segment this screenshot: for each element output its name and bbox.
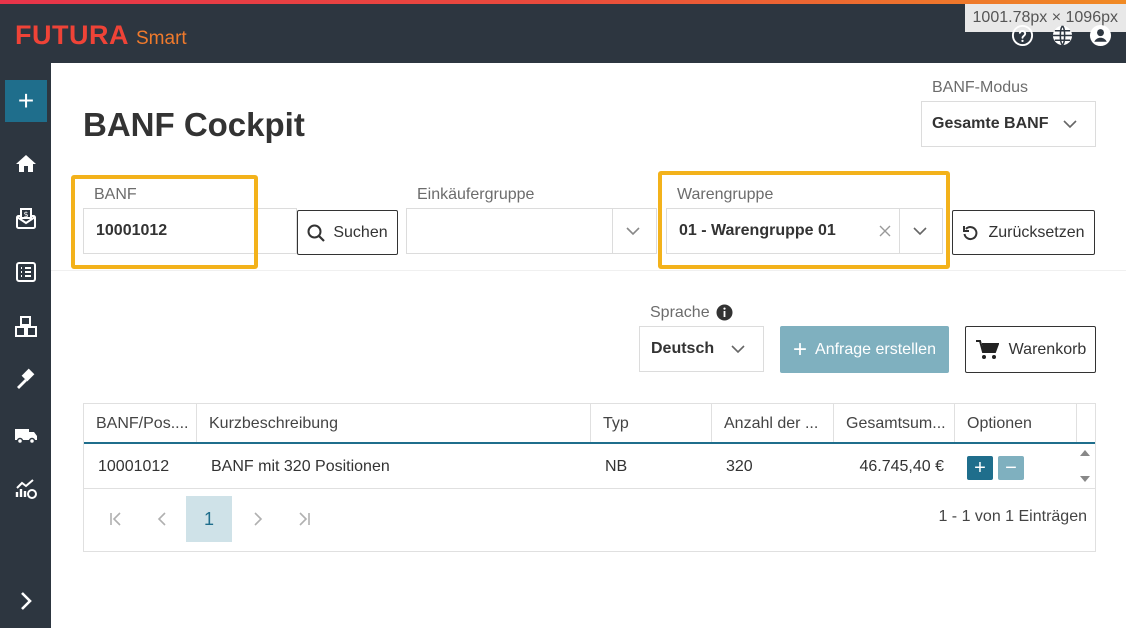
nav-banf[interactable]: $ bbox=[0, 199, 51, 239]
chevron-down-icon bbox=[626, 227, 640, 236]
globe-icon[interactable] bbox=[1051, 24, 1074, 47]
expand-chevron-icon bbox=[20, 592, 32, 610]
banf-highlight bbox=[71, 175, 258, 269]
info-icon[interactable] bbox=[716, 304, 733, 321]
help-icon[interactable] bbox=[1011, 24, 1034, 47]
cell-description: BANF mit 320 Positionen bbox=[211, 458, 390, 475]
user-avatar-icon[interactable] bbox=[1089, 24, 1112, 47]
banf-money-icon: $ bbox=[15, 208, 36, 229]
column-header-type[interactable]: Typ bbox=[591, 404, 712, 444]
column-header-options[interactable]: Optionen bbox=[955, 404, 1077, 444]
nav-analytics[interactable] bbox=[0, 469, 51, 509]
header-underline bbox=[84, 442, 1095, 444]
product-group-highlight bbox=[658, 171, 950, 269]
nav-expand[interactable] bbox=[0, 581, 51, 621]
language-label: Sprache bbox=[650, 304, 710, 321]
create-request-button[interactable]: + Anfrage erstellen bbox=[780, 326, 949, 373]
search-button-label: Suchen bbox=[333, 223, 388, 241]
scrollbar-arrows-icon[interactable] bbox=[1079, 448, 1091, 484]
column-header-total[interactable]: Gesamtsum... bbox=[834, 404, 955, 444]
reset-icon bbox=[963, 225, 978, 240]
banf-mode-value: Gesamte BANF bbox=[932, 115, 1049, 132]
row-add-button[interactable]: + bbox=[967, 456, 993, 480]
pager-first-button[interactable] bbox=[93, 496, 139, 542]
language-select[interactable]: Deutsch bbox=[639, 326, 764, 372]
pager-summary: 1 - 1 von 1 Einträgen bbox=[938, 508, 1087, 525]
brand-subtitle: Smart bbox=[136, 28, 187, 49]
row-remove-button[interactable]: − bbox=[998, 456, 1024, 480]
add-icon[interactable]: + bbox=[5, 80, 47, 122]
search-button[interactable]: Suchen bbox=[297, 210, 398, 255]
buyer-group-label: Einkäufergruppe bbox=[417, 186, 535, 203]
page-title: BANF Cockpit bbox=[83, 106, 305, 143]
truck-icon bbox=[14, 429, 37, 445]
last-page-icon bbox=[299, 512, 310, 526]
reset-button-label: Zurücksetzen bbox=[988, 223, 1085, 241]
auction-hammer-icon bbox=[16, 368, 34, 389]
banf-mode-select[interactable]: Gesamte BANF bbox=[921, 101, 1096, 147]
pager-prev-button[interactable] bbox=[139, 496, 185, 542]
nav-auction[interactable] bbox=[0, 360, 51, 400]
nav-checklist[interactable] bbox=[0, 252, 51, 292]
cell-count: 320 bbox=[726, 458, 753, 475]
nav-boxes[interactable] bbox=[0, 307, 51, 347]
home-icon bbox=[15, 155, 36, 172]
next-page-icon bbox=[254, 512, 263, 526]
cart-label: Warenkorb bbox=[1008, 340, 1087, 358]
boxes-icon bbox=[14, 316, 37, 337]
checklist-icon bbox=[15, 262, 36, 282]
chevron-down-icon bbox=[731, 345, 745, 354]
reset-button[interactable]: Zurücksetzen bbox=[952, 210, 1095, 255]
plus-icon: + bbox=[793, 335, 808, 363]
nav-home[interactable] bbox=[0, 144, 51, 184]
analytics-icon bbox=[15, 479, 37, 499]
brand-logo[interactable]: FUTURA bbox=[15, 20, 129, 51]
banf-table: BANF/Pos.... Kurzbeschreibung Typ Anzahl… bbox=[83, 403, 1096, 552]
cell-type: NB bbox=[605, 458, 628, 475]
row-divider bbox=[84, 488, 1095, 489]
chevron-down-icon bbox=[1063, 120, 1077, 129]
first-page-icon bbox=[110, 512, 121, 526]
banf-mode-label: BANF-Modus bbox=[932, 79, 1029, 96]
pager-current-page[interactable]: 1 bbox=[186, 496, 232, 542]
create-request-label: Anfrage erstellen bbox=[815, 340, 936, 358]
cell-total: 46.745,40 € bbox=[859, 458, 944, 475]
sidebar: + $ bbox=[0, 63, 51, 628]
cart-icon bbox=[975, 339, 999, 359]
prev-page-icon bbox=[157, 512, 166, 526]
column-header-count[interactable]: Anzahl der ... bbox=[712, 404, 834, 444]
section-divider bbox=[51, 270, 1126, 271]
svg-text:$: $ bbox=[23, 210, 28, 219]
cell-banf: 10001012 bbox=[98, 458, 170, 475]
pager-last-button[interactable] bbox=[281, 496, 327, 542]
select-divider bbox=[612, 209, 613, 253]
top-accent-stripe bbox=[0, 0, 1126, 4]
pager-next-button[interactable] bbox=[235, 496, 281, 542]
search-icon bbox=[307, 224, 326, 242]
column-header-banf[interactable]: BANF/Pos.... bbox=[84, 404, 197, 444]
column-header-description[interactable]: Kurzbeschreibung bbox=[197, 404, 591, 444]
top-bar: FUTURA Smart 1001.78px × 1096px bbox=[0, 0, 1126, 63]
cart-button[interactable]: Warenkorb bbox=[965, 326, 1096, 373]
language-value: Deutsch bbox=[651, 340, 715, 357]
buyer-group-select[interactable] bbox=[406, 208, 657, 254]
nav-delivery[interactable] bbox=[0, 415, 51, 455]
